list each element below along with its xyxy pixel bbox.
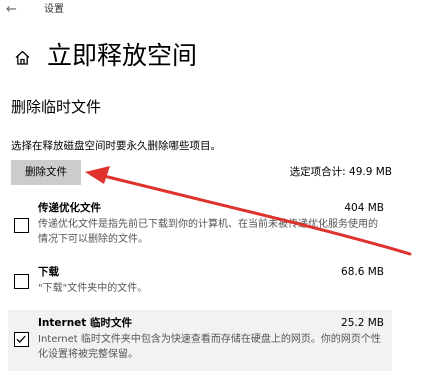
- delete-files-button[interactable]: 删除文件: [11, 160, 81, 185]
- item-name: 传递优化文件: [38, 202, 101, 214]
- item-name: 下载: [38, 266, 59, 278]
- checkbox-internet-temp[interactable]: [14, 332, 29, 347]
- settings-window: ← 设置 立即释放空间 删除临时文件 选择在释放磁盘空间时要永久删除哪些项目。 …: [0, 0, 432, 371]
- list-item-internet-temp[interactable]: Internet 临时文件 25.2 MB Internet 临时文件夹中包含为…: [8, 310, 392, 371]
- item-description: 传递优化文件是指先前已下载到你的计算机、在当前未被传递优化服务使用的情况下可以删…: [38, 219, 378, 245]
- list-item-downloads[interactable]: 下载 68.6 MB "下载"文件夹中的文件。: [8, 262, 392, 304]
- item-size: 25.2 MB: [341, 317, 384, 329]
- checkmark-icon: [16, 335, 26, 343]
- item-size: 68.6 MB: [341, 266, 384, 278]
- home-icon: [15, 50, 30, 65]
- checkbox-downloads[interactable]: [14, 274, 29, 289]
- section-description: 选择在释放磁盘空间时要永久删除哪些项目。: [11, 140, 221, 152]
- item-name: Internet 临时文件: [38, 317, 132, 329]
- item-description: Internet 临时文件夹中包含为快速查看而存储在硬盘上的网页。你的网页个性化…: [38, 334, 381, 360]
- item-description: "下载"文件夹中的文件。: [38, 283, 148, 294]
- back-arrow-icon[interactable]: ←: [6, 3, 22, 17]
- item-size: 404 MB: [344, 202, 384, 214]
- section-title: 删除临时文件: [11, 98, 102, 116]
- selected-total: 选定项合计: 49.9 MB: [289, 166, 392, 178]
- checkbox-delivery-optimization[interactable]: [14, 218, 29, 233]
- list-item-delivery-optimization[interactable]: 传递优化文件 404 MB 传递优化文件是指先前已下载到你的计算机、在当前未被传…: [8, 196, 392, 254]
- page-title: 立即释放空间: [47, 41, 198, 70]
- window-title: 设置: [44, 4, 64, 15]
